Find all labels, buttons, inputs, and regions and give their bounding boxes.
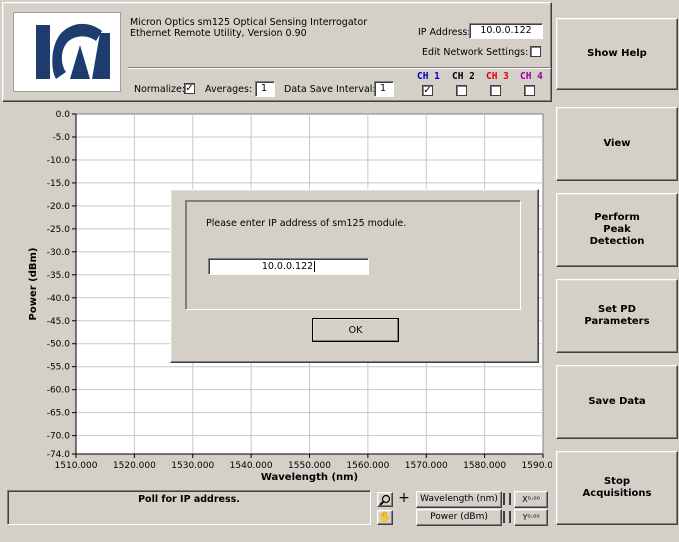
ip-address-value: 10.0.0.122 (480, 25, 532, 36)
channel-1-checkbox[interactable]: ✓ (422, 85, 433, 96)
x-scale-lock-icon[interactable] (503, 493, 511, 505)
normalize-label: Normalize: (134, 84, 186, 95)
channel-2-checkbox[interactable] (456, 85, 467, 96)
x-tick-label: 1540.000 (230, 461, 273, 471)
channel-4-checkbox[interactable] (524, 85, 535, 96)
stop-acquisitions-button[interactable]: Stop Acquisitions (556, 451, 678, 525)
y-tick-label: -50.0 (47, 340, 71, 350)
averages-value: 1 (261, 83, 268, 94)
y-tick-label: -30.0 (47, 248, 71, 258)
y-scale-legend: Power (dBm) (416, 509, 502, 526)
ip-address-field[interactable]: 10.0.0.122 (469, 23, 543, 39)
dialog-prompt: Please enter IP address of sm125 module. (206, 218, 407, 229)
y-tick-label: -40.0 (47, 294, 71, 304)
dialog-ip-value: 10.0.0.122 (261, 261, 314, 272)
save-interval-label: Data Save Interval: (284, 84, 376, 95)
zoom-tool-button[interactable] (377, 492, 393, 507)
x-tick-label: 1580.000 (463, 461, 506, 471)
micron-optics-logo (13, 12, 121, 92)
y-axis-label: Power (dBm) (28, 248, 39, 321)
y-scale-format-button[interactable]: Y⁰·⁰⁰ (514, 509, 548, 526)
averages-label: Averages: (205, 84, 253, 95)
y-tick-label: -74.0 (47, 450, 71, 460)
y-tick-label: -5.0 (52, 133, 70, 143)
save-interval-field[interactable]: 1 (374, 81, 394, 97)
x-scale-legend: Wavelength (nm) (416, 491, 502, 508)
set-pd-parameters-button[interactable]: Set PD Parameters (556, 279, 678, 353)
status-box: Poll for IP address. (7, 490, 371, 525)
save-data-button[interactable]: Save Data (556, 365, 678, 439)
y-tick-label: -10.0 (47, 156, 71, 166)
y-tick-label: -35.0 (47, 271, 71, 281)
x-scale-label: Wavelength (nm) (420, 494, 498, 504)
ok-label: OK (348, 324, 363, 336)
save-interval-value: 1 (380, 83, 387, 94)
normalize-checkbox[interactable]: ✓ (184, 83, 195, 94)
x-tick-label: 1520.000 (113, 461, 156, 471)
x-tick-label: 1550.000 (288, 461, 331, 471)
pan-tool-button[interactable]: ✋ (377, 510, 393, 525)
zoom-icon (379, 494, 391, 506)
y-tick-label: -70.0 (47, 432, 71, 442)
dialog-inner-frame (185, 200, 521, 310)
x-tick-label: 1590.000 (522, 461, 552, 471)
channel-4-label: CH 4 (520, 71, 543, 82)
x-tick-label: 1560.000 (346, 461, 389, 471)
y-scale-lock-icon[interactable] (503, 511, 511, 523)
channel-3-label: CH 3 (486, 71, 509, 82)
channel-3-checkbox[interactable] (490, 85, 501, 96)
x-scale-format-button[interactable]: X⁰·⁰⁰ (514, 491, 548, 508)
show-help-button[interactable]: Show Help (556, 18, 678, 90)
crosshair-icon[interactable]: + (396, 491, 412, 507)
y-tick-label: -65.0 (47, 409, 71, 419)
dialog-ip-input[interactable]: 10.0.0.122 (208, 258, 369, 275)
averages-field[interactable]: 1 (255, 81, 275, 97)
header-divider (128, 67, 551, 69)
x-tick-label: 1510.000 (55, 461, 98, 471)
y-tick-label: -45.0 (47, 317, 71, 327)
y-tick-label: -25.0 (47, 225, 71, 235)
perform-peak-detection-button[interactable]: Perform Peak Detection (556, 193, 678, 267)
status-message: Poll for IP address. (138, 494, 240, 505)
y-scale-label: Power (dBm) (430, 512, 488, 522)
channel-2-label: CH 2 (452, 71, 475, 82)
y-tick-label: -55.0 (47, 363, 71, 373)
channel-1-label: CH 1 (417, 71, 440, 82)
edit-network-label: Edit Network Settings: (422, 47, 529, 58)
hand-icon: ✋ (378, 512, 392, 523)
x-axis-label: Wavelength (nm) (261, 472, 358, 483)
x-tick-label: 1530.000 (171, 461, 214, 471)
edit-network-checkbox[interactable] (530, 46, 541, 57)
ip-address-label: IP Address: (418, 27, 471, 38)
view-button[interactable]: View (556, 107, 678, 181)
x-tick-label: 1570.000 (405, 461, 448, 471)
app-title-line2: Ethernet Remote Utility, Version 0.90 (130, 28, 307, 39)
y-tick-label: -20.0 (47, 202, 71, 212)
y-tick-label: -60.0 (47, 386, 71, 396)
y-tick-label: -15.0 (47, 179, 71, 189)
dialog-ok-button[interactable]: OK (312, 318, 399, 342)
y-tick-label: 0.0 (56, 110, 71, 120)
app-title-line1: Micron Optics sm125 Optical Sensing Inte… (130, 17, 368, 28)
